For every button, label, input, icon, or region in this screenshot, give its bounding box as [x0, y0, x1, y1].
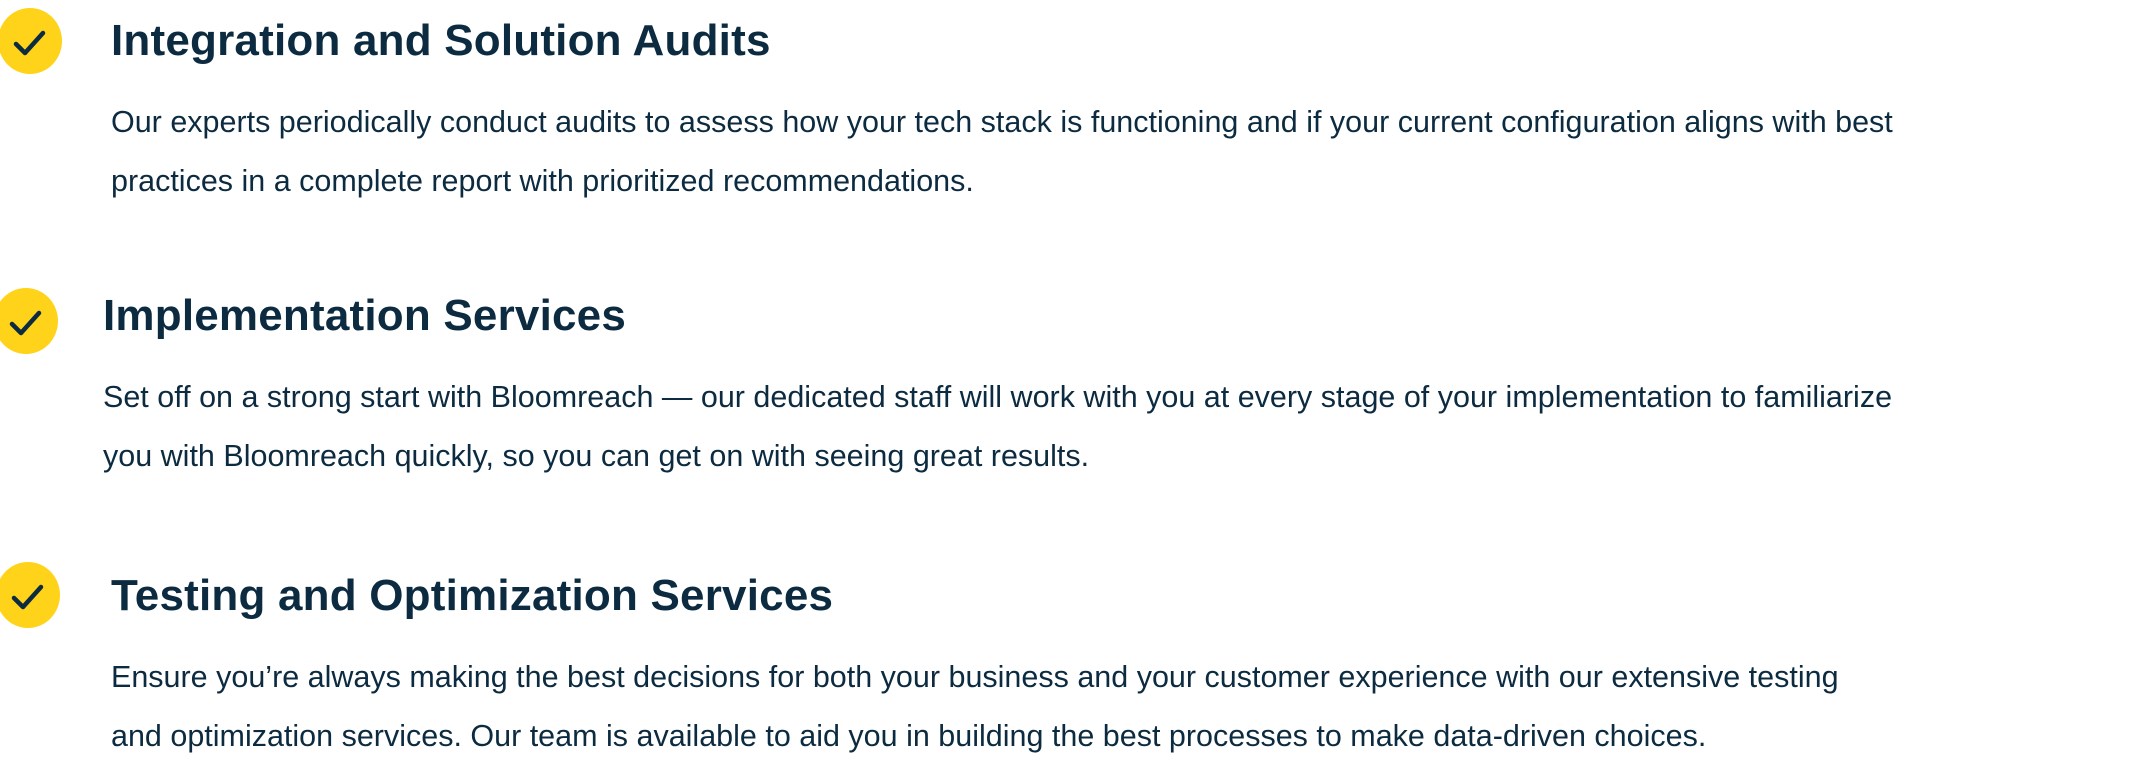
check-icon [0, 562, 60, 628]
feature-description-line: Our experts periodically conduct audits … [111, 105, 1893, 139]
check-icon [0, 288, 58, 354]
feature-description-line: Set off on a strong start with Bloomreac… [103, 380, 1893, 414]
feature-description-line: and optimization services. Our team is a… [111, 719, 1707, 753]
feature-title: Implementation Services [103, 291, 627, 340]
feature-title: Integration and Solution Audits [111, 16, 771, 65]
check-icon [0, 8, 62, 74]
feature-description-line: you with Bloomreach quickly, so you can … [103, 439, 1090, 473]
feature-description-line: Ensure you’re always making the best dec… [111, 660, 1839, 694]
feature-title: Testing and Optimization Services [111, 571, 834, 620]
feature-description-line: practices in a complete report with prio… [111, 164, 974, 198]
